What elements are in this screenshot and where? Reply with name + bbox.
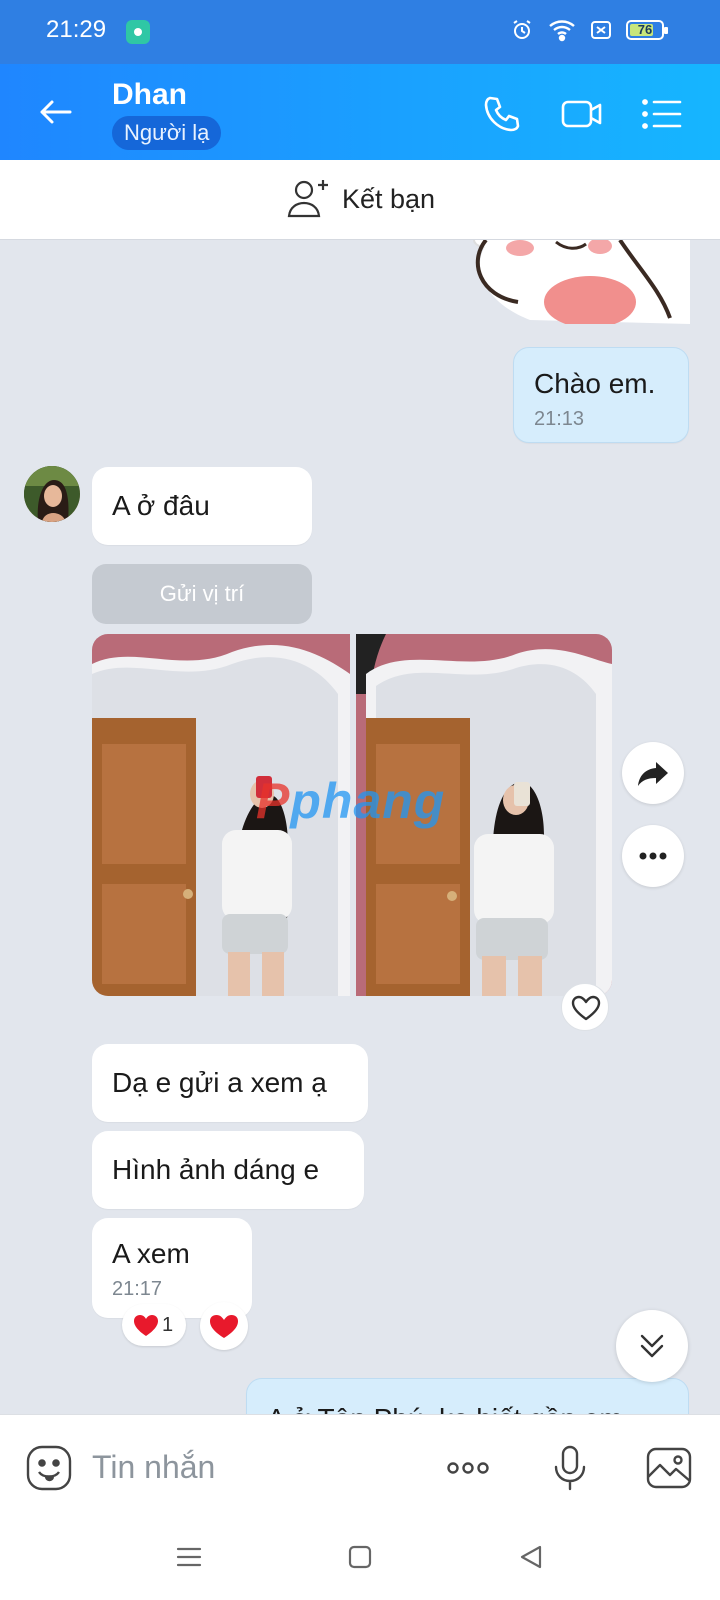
message-text: A ở đâu	[112, 490, 210, 521]
more-dots-icon[interactable]	[443, 1443, 493, 1493]
more-options-button[interactable]	[622, 825, 684, 887]
status-time: 21:29	[46, 16, 107, 43]
heart-icon	[134, 1315, 158, 1336]
watermark-logo: Pphang	[256, 772, 445, 830]
heart-outline-icon	[571, 995, 601, 1021]
outgoing-message[interactable]: Chào em. 21:13	[513, 347, 689, 443]
message-text: A xem	[112, 1238, 190, 1269]
microphone-icon[interactable]	[545, 1443, 595, 1493]
battery-icon: 76	[626, 20, 668, 40]
system-nav-bar	[0, 1518, 720, 1600]
react-button[interactable]	[200, 1302, 248, 1350]
app-icon	[126, 20, 150, 44]
status-bar: 21:29 76	[0, 0, 720, 64]
watermark-text: phang	[290, 773, 446, 829]
message-time: 21:17	[112, 1278, 163, 1300]
message-text: Dạ e gửi a xem ạ	[112, 1067, 327, 1098]
message-text: Chào em.	[534, 368, 656, 399]
emoji-icon[interactable]	[24, 1443, 74, 1493]
message-composer: Tin nhắn	[0, 1414, 720, 1518]
sim-icon	[591, 21, 611, 39]
battery-level: 76	[637, 22, 653, 37]
react-button[interactable]	[561, 983, 609, 1031]
watermark-first-letter: P	[256, 773, 291, 829]
add-friend-bar[interactable]: Kết bạn	[0, 160, 720, 240]
message-input[interactable]: Tin nhắn	[92, 1449, 215, 1486]
share-arrow-icon	[638, 762, 668, 786]
contact-name[interactable]: Dhan	[112, 78, 187, 112]
alarm-icon	[513, 20, 531, 39]
share-button[interactable]	[622, 742, 684, 804]
double-chevron-down-icon	[640, 1334, 664, 1358]
incoming-message[interactable]: Dạ e gửi a xem ạ	[92, 1044, 368, 1122]
incoming-message[interactable]: A ở đâu	[92, 467, 312, 545]
chat-header: Dhan Người lạ	[0, 64, 720, 160]
sticker-image	[473, 240, 690, 324]
message-time: 21:13	[534, 408, 585, 430]
reaction-count: 1	[162, 1314, 174, 1336]
stranger-badge: Người lạ	[112, 116, 222, 150]
video-camera-icon[interactable]	[560, 92, 604, 136]
message-text: Hình ảnh dáng e	[112, 1154, 320, 1185]
scroll-to-bottom-button[interactable]	[616, 1310, 688, 1382]
wifi-icon	[549, 20, 575, 42]
incoming-message[interactable]: Hình ảnh dáng e	[92, 1131, 364, 1209]
more-dots-icon	[639, 852, 667, 860]
status-icons: 76	[510, 18, 668, 42]
home-icon[interactable]	[345, 1542, 375, 1572]
add-friend-label: Kết bạn	[342, 184, 436, 214]
heart-icon	[210, 1315, 238, 1338]
avatar[interactable]	[24, 466, 80, 522]
phone-icon[interactable]	[480, 92, 524, 136]
reaction-summary[interactable]: 1	[122, 1304, 186, 1346]
back-triangle-icon[interactable]	[516, 1542, 546, 1572]
back-arrow-icon[interactable]	[36, 92, 76, 132]
recent-apps-icon[interactable]	[174, 1542, 204, 1572]
list-menu-icon[interactable]	[640, 92, 684, 136]
image-gallery-icon[interactable]	[644, 1443, 694, 1493]
add-friend-icon	[287, 180, 328, 218]
send-location-button[interactable]: Gửi vị trí	[92, 564, 312, 624]
